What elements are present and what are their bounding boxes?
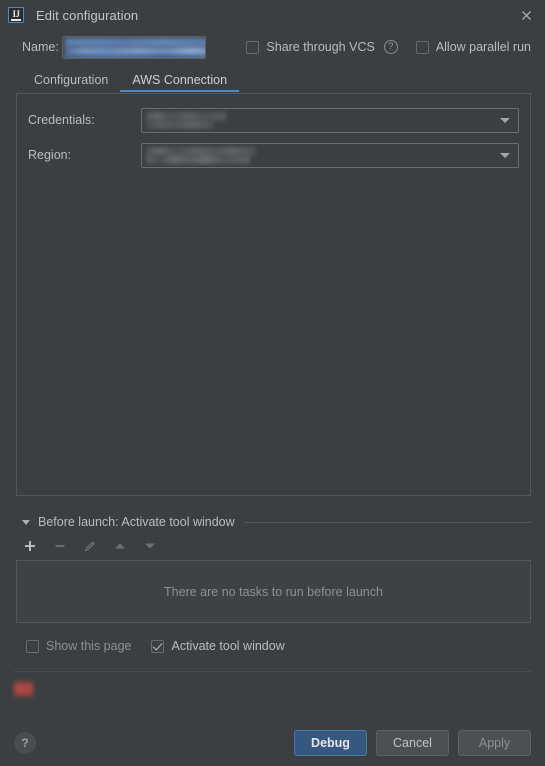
region-dropdown[interactable] [141, 142, 519, 168]
aws-connection-panel: Credentials: Region: [16, 93, 531, 496]
before-launch-toolbar [16, 534, 531, 558]
minus-icon [52, 538, 68, 554]
before-launch-header[interactable]: Before launch: Activate tool window [16, 514, 531, 530]
chevron-down-icon [500, 153, 510, 158]
chevron-down-icon [500, 118, 510, 123]
redacted-name-value [65, 54, 206, 58]
allow-parallel-run-label: Allow parallel run [435, 40, 531, 54]
bottom-options-row: Show this page Activate tool window [0, 635, 545, 657]
share-through-vcs-label: Share through VCS [266, 40, 375, 54]
section-divider [243, 521, 531, 523]
credentials-dropdown[interactable] [141, 107, 519, 133]
arrow-up-icon [112, 538, 128, 554]
pencil-icon [82, 538, 98, 554]
share-through-vcs-checkbox[interactable] [246, 40, 260, 54]
allow-parallel-run-checkbox[interactable] [415, 40, 429, 54]
error-icon [14, 681, 33, 697]
redacted-error-message [36, 692, 304, 700]
cancel-button[interactable]: Cancel [376, 730, 449, 756]
share-through-vcs-help-icon[interactable]: ? [383, 40, 398, 54]
before-launch-title: Before launch: Activate tool window [38, 515, 235, 529]
close-icon[interactable] [513, 3, 539, 27]
tab-bar: Configuration AWS Connection [0, 66, 545, 92]
before-launch-section: Before launch: Activate tool window Ther… [16, 514, 531, 623]
share-through-vcs-group: Share through VCS ? [246, 40, 398, 54]
credentials-label: Credentials: [28, 113, 95, 127]
status-bar [14, 671, 531, 709]
redacted-name-value [65, 37, 206, 47]
dialog-button-bar: ? Debug Cancel Apply [0, 720, 545, 766]
title-bar: IJ Edit configuration [0, 0, 545, 30]
redacted-region-value [146, 154, 250, 164]
intellij-idea-icon: IJ [8, 7, 24, 23]
page-title: Edit configuration [36, 7, 139, 23]
before-launch-tasks-list[interactable]: There are no tasks to run before launch [16, 560, 531, 623]
region-label: Region: [28, 148, 72, 162]
help-button[interactable]: ? [14, 732, 36, 754]
triangle-down-icon[interactable] [22, 519, 30, 525]
apply-button[interactable]: Apply [458, 730, 531, 756]
allow-parallel-run-group: Allow parallel run [415, 40, 531, 54]
arrow-down-icon [142, 538, 158, 554]
show-this-page-checkbox[interactable] [26, 639, 39, 653]
empty-tasks-message: There are no tasks to run before launch [164, 584, 383, 599]
debug-button[interactable]: Debug [294, 730, 367, 756]
plus-icon[interactable] [22, 538, 38, 554]
edit-configuration-dialog: IJ Edit configuration Name: Share throug… [0, 0, 545, 766]
activate-tool-window-checkbox[interactable] [151, 639, 165, 653]
region-row: Region: [28, 141, 519, 169]
name-input[interactable] [62, 35, 207, 59]
redacted-credentials-value [146, 119, 214, 129]
tab-aws-connection[interactable]: AWS Connection [120, 73, 239, 92]
credentials-row: Credentials: [28, 106, 519, 134]
name-row: Name: Share through VCS ? Allow parallel… [0, 30, 545, 64]
name-label: Name: [22, 40, 59, 54]
show-this-page-label: Show this page [46, 639, 132, 653]
activate-tool-window-label: Activate tool window [171, 639, 285, 653]
tab-configuration[interactable]: Configuration [22, 73, 120, 92]
